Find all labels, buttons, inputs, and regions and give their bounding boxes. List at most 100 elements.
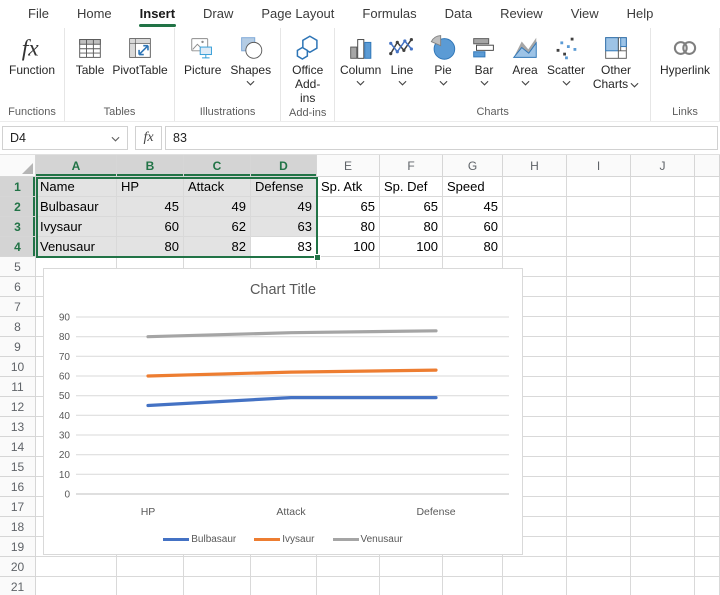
cell-J11[interactable] (631, 377, 695, 397)
cell-partial-9[interactable] (695, 337, 720, 357)
cell-F4[interactable]: 100 (380, 237, 443, 257)
cell-B21[interactable] (117, 577, 184, 595)
cell-G20[interactable] (443, 557, 503, 577)
area-button[interactable]: Area (505, 31, 545, 86)
cell-I10[interactable] (567, 357, 631, 377)
cell-I14[interactable] (567, 437, 631, 457)
cell-A2[interactable]: Bulbasaur (36, 197, 117, 217)
cell-D1[interactable]: Defense (251, 177, 317, 197)
chevron-down-icon[interactable] (439, 80, 448, 86)
chevron-down-icon[interactable] (521, 80, 530, 86)
tab-page-layout[interactable]: Page Layout (247, 1, 348, 27)
cell-J10[interactable] (631, 357, 695, 377)
column-header-J[interactable]: J (631, 155, 695, 177)
cell-J18[interactable] (631, 517, 695, 537)
cell-I3[interactable] (567, 217, 631, 237)
cell-F1[interactable]: Sp. Def (380, 177, 443, 197)
cell-partial-19[interactable] (695, 537, 720, 557)
row-header-14[interactable]: 14 (0, 437, 36, 457)
cell-partial-5[interactable] (695, 257, 720, 277)
cell-A21[interactable] (36, 577, 117, 595)
cell-J20[interactable] (631, 557, 695, 577)
cell-I1[interactable] (567, 177, 631, 197)
tab-home[interactable]: Home (63, 1, 126, 27)
fx-button[interactable]: fx (135, 126, 162, 150)
cell-I21[interactable] (567, 577, 631, 595)
row-header-10[interactable]: 10 (0, 357, 36, 377)
column-header-B[interactable]: B (117, 155, 184, 177)
cell-D3[interactable]: 63 (251, 217, 317, 237)
chart[interactable]: Chart Title 0102030405060708090HPAttackD… (43, 268, 523, 555)
row-header-2[interactable]: 2 (0, 197, 36, 217)
cell-H1[interactable] (503, 177, 567, 197)
legend-item-bulbasaur[interactable]: Bulbasaur (163, 534, 236, 545)
cell-G3[interactable]: 60 (443, 217, 503, 237)
cell-J16[interactable] (631, 477, 695, 497)
cell-I2[interactable] (567, 197, 631, 217)
cell-I4[interactable] (567, 237, 631, 257)
cell-J6[interactable] (631, 277, 695, 297)
cell-I16[interactable] (567, 477, 631, 497)
cell-partial-2[interactable] (695, 197, 720, 217)
row-header-21[interactable]: 21 (0, 577, 36, 595)
cell-partial-13[interactable] (695, 417, 720, 437)
tab-review[interactable]: Review (486, 1, 557, 27)
cell-E4[interactable]: 100 (317, 237, 380, 257)
cell-I15[interactable] (567, 457, 631, 477)
cell-I13[interactable] (567, 417, 631, 437)
pivottable-button[interactable]: PivotTable (111, 31, 169, 78)
cell-B1[interactable]: HP (117, 177, 184, 197)
cell-J13[interactable] (631, 417, 695, 437)
chevron-down-icon[interactable] (111, 131, 120, 145)
cell-G4[interactable]: 80 (443, 237, 503, 257)
cell-J19[interactable] (631, 537, 695, 557)
cell-partial-4[interactable] (695, 237, 720, 257)
cell-I19[interactable] (567, 537, 631, 557)
line-button[interactable]: Line (382, 31, 422, 86)
chevron-down-icon[interactable] (562, 80, 571, 86)
cell-A3[interactable]: Ivysaur (36, 217, 117, 237)
row-header-13[interactable]: 13 (0, 417, 36, 437)
row-header-7[interactable]: 7 (0, 297, 36, 317)
cell-partial-20[interactable] (695, 557, 720, 577)
cell-J9[interactable] (631, 337, 695, 357)
cell-partial-8[interactable] (695, 317, 720, 337)
cell-partial-21[interactable] (695, 577, 720, 595)
hyperlink-button[interactable]: Hyperlink (656, 31, 714, 78)
cell-F21[interactable] (380, 577, 443, 595)
cell-J4[interactable] (631, 237, 695, 257)
cell-D21[interactable] (251, 577, 317, 595)
cell-partial-18[interactable] (695, 517, 720, 537)
cell-partial-12[interactable] (695, 397, 720, 417)
cell-J1[interactable] (631, 177, 695, 197)
row-header-17[interactable]: 17 (0, 497, 36, 517)
cell-I5[interactable] (567, 257, 631, 277)
cell-B20[interactable] (117, 557, 184, 577)
cell-C4[interactable]: 82 (184, 237, 251, 257)
row-header-9[interactable]: 9 (0, 337, 36, 357)
row-header-11[interactable]: 11 (0, 377, 36, 397)
column-header-F[interactable]: F (380, 155, 443, 177)
row-header-15[interactable]: 15 (0, 457, 36, 477)
cell-J7[interactable] (631, 297, 695, 317)
cell-E20[interactable] (317, 557, 380, 577)
column-header-E[interactable]: E (317, 155, 380, 177)
cell-D2[interactable]: 49 (251, 197, 317, 217)
cell-A1[interactable]: Name (36, 177, 117, 197)
office-add-ins-button[interactable]: Office Add-ins (286, 31, 329, 105)
cell-G21[interactable] (443, 577, 503, 595)
cell-partial-1[interactable] (695, 177, 720, 197)
picture-button[interactable]: Picture (180, 31, 225, 78)
column-button[interactable]: Column (340, 31, 381, 86)
cell-H3[interactable] (503, 217, 567, 237)
cell-partial-10[interactable] (695, 357, 720, 377)
formula-input[interactable]: 83 (165, 126, 718, 150)
cell-J17[interactable] (631, 497, 695, 517)
chevron-down-icon[interactable] (398, 80, 407, 86)
chevron-down-icon[interactable] (246, 80, 255, 86)
cell-C2[interactable]: 49 (184, 197, 251, 217)
cell-J3[interactable] (631, 217, 695, 237)
cell-I17[interactable] (567, 497, 631, 517)
row-header-12[interactable]: 12 (0, 397, 36, 417)
cell-A20[interactable] (36, 557, 117, 577)
